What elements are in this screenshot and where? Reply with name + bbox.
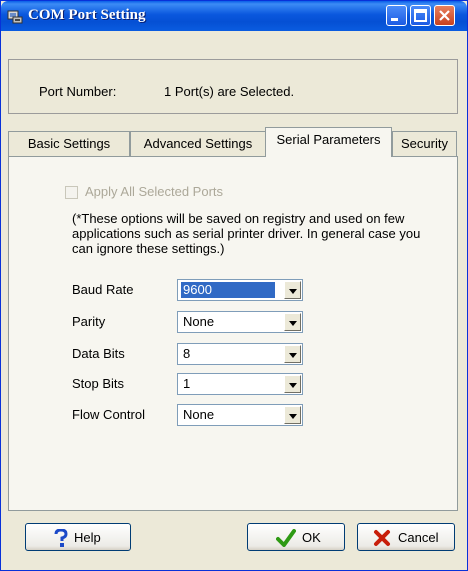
baud-rate-select[interactable]: 9600 [177,279,303,301]
window-title: COM Port Setting [28,7,146,23]
title-bar[interactable]: COM Port Setting [1,1,467,31]
registry-note: (*These options will be saved on registr… [72,211,421,256]
data-bits-label: Data Bits [72,346,125,361]
stop-bits-label: Stop Bits [72,376,125,391]
cancel-button[interactable]: Cancel [357,523,455,551]
port-number-value: 1 Port(s) are Selected. [164,84,295,99]
parity-label: Parity [72,314,106,329]
cancel-x-icon [374,530,390,546]
tab-serial-parameters[interactable]: Serial Parameters [265,127,392,157]
checkmark-icon [276,529,296,547]
tab-security[interactable]: Security [392,131,457,156]
data-bits-value: 8 [183,346,191,361]
minimize-button[interactable] [386,5,407,26]
chevron-down-icon[interactable] [284,313,301,331]
help-label: Help [74,530,101,545]
data-bits-select[interactable]: 8 [177,343,303,365]
chevron-down-icon[interactable] [284,375,301,393]
help-icon [54,529,68,547]
ok-label: OK [302,530,321,545]
serial-parameters-panel [8,156,458,511]
cancel-label: Cancel [398,530,439,545]
stop-bits-select[interactable]: 1 [177,373,303,395]
baud-rate-value: 9600 [181,282,275,298]
com-port-setting-window: COM Port Setting Port Number: 1 Port(s) … [0,0,468,571]
apply-all-checkbox[interactable] [65,186,78,199]
close-icon [439,10,450,21]
port-number-label: Port Number: [39,84,117,99]
minimize-icon [391,18,398,21]
maximize-button[interactable] [410,5,431,26]
chevron-down-icon[interactable] [284,281,301,299]
tab-basic-settings[interactable]: Basic Settings [8,131,130,156]
chevron-down-icon[interactable] [284,345,301,363]
ok-button[interactable]: OK [247,523,345,551]
flow-control-label: Flow Control [72,407,145,422]
app-icon [7,8,23,24]
close-button[interactable] [434,5,455,26]
parity-value: None [183,314,215,329]
flow-control-select[interactable]: None [177,404,303,426]
stop-bits-value: 1 [183,376,191,391]
help-button[interactable]: Help [25,523,131,551]
chevron-down-icon[interactable] [284,406,301,424]
baud-rate-label: Baud Rate [72,282,134,297]
flow-control-value: None [183,407,215,422]
maximize-icon [414,9,427,22]
tab-advanced-settings[interactable]: Advanced Settings [130,131,266,156]
parity-select[interactable]: None [177,311,303,333]
apply-all-label: Apply All Selected Ports [85,184,224,199]
